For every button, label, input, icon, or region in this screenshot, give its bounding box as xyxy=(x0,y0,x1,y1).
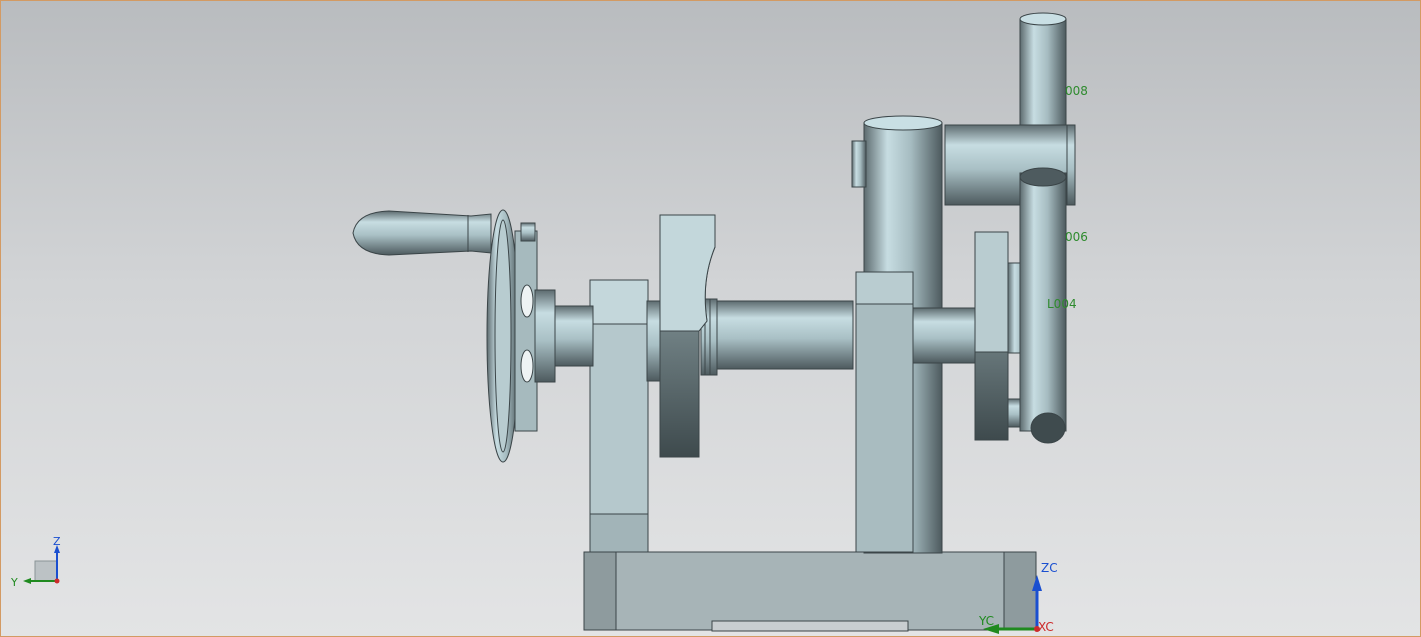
triad-z-label: Z xyxy=(53,535,61,548)
triad-y-arrow-icon xyxy=(23,578,31,584)
view-triad: Z Y xyxy=(10,535,61,589)
xc-label: XC xyxy=(1038,620,1054,634)
upper-rod[interactable] xyxy=(1019,12,1067,126)
yc-label: YC xyxy=(978,614,994,628)
hand-wheel[interactable] xyxy=(486,209,556,463)
annotation-008: 008 xyxy=(1065,84,1088,98)
model-scene[interactable]: 008 006 L004 ZC YC XC Z Y xyxy=(1,1,1421,637)
cad-viewport[interactable]: 008 006 L004 ZC YC XC Z Y xyxy=(0,0,1421,637)
left-support[interactable] xyxy=(589,279,649,553)
triad-cube-icon xyxy=(34,560,58,582)
triad-x-origin-icon xyxy=(54,578,60,584)
zc-label: ZC xyxy=(1041,561,1058,575)
base-block[interactable] xyxy=(583,551,1037,632)
triad-y-label: Y xyxy=(10,576,18,589)
annotation-l004: L004 xyxy=(1047,297,1077,311)
wheel-handle[interactable] xyxy=(352,210,492,256)
annotation-006: 006 xyxy=(1065,230,1088,244)
right-support[interactable] xyxy=(855,271,914,553)
